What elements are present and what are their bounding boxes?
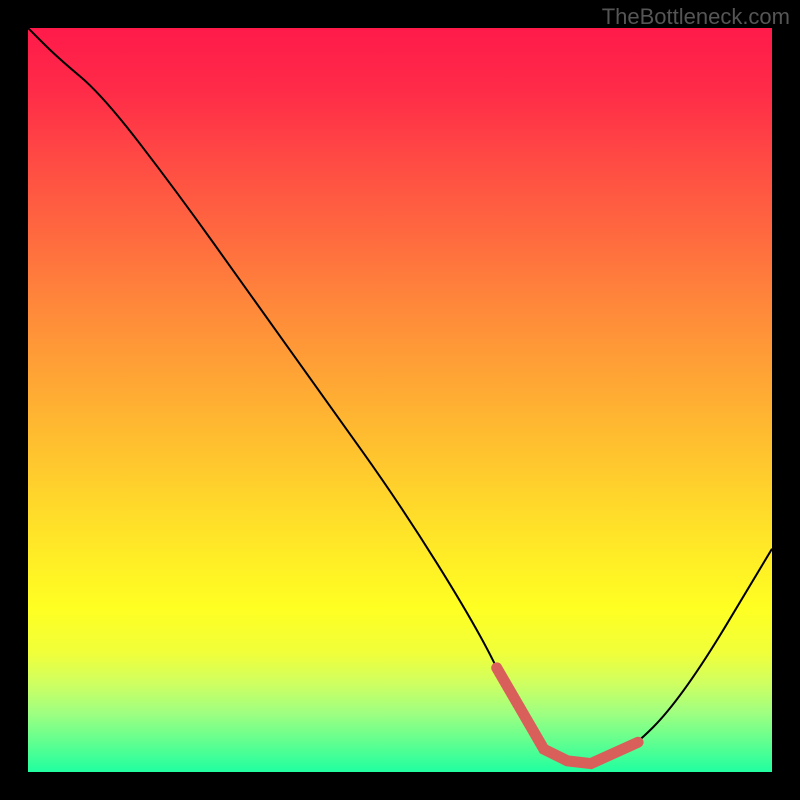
trough-highlight — [497, 668, 638, 764]
chart-svg — [28, 28, 772, 772]
watermark-text: TheBottleneck.com — [602, 4, 790, 30]
chart-line — [28, 28, 772, 763]
plot-area — [28, 28, 772, 772]
